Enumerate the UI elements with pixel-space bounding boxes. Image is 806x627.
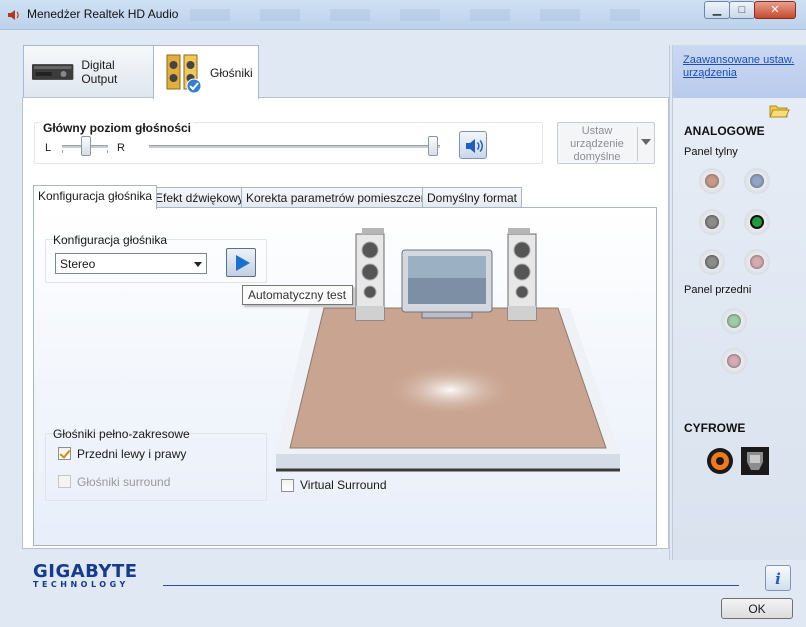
speaker-configuration-value: Stereo (60, 257, 96, 271)
digital-section-title: CYFROWE (684, 421, 746, 435)
brand-sub: TECHNOLOGY (33, 580, 129, 589)
footer-divider (163, 585, 739, 586)
set-default-device-label: Ustaw urządzenie domyślne (570, 125, 624, 163)
fullrange-speakers-title: Głośniki pełno-zakresowe (53, 427, 190, 441)
speaker-icon (8, 10, 19, 20)
close-icon: ✕ (770, 4, 780, 16)
optical-output-icon[interactable] (740, 446, 770, 476)
digital-output-device-icon (31, 63, 74, 80)
front-panel-title: Panel przedni (684, 284, 752, 296)
balance-left-label: L (45, 142, 52, 154)
jack-core (727, 354, 741, 368)
mute-button[interactable] (459, 131, 487, 159)
rear-jack-blue[interactable] (744, 168, 770, 194)
tab-sound-effects-label: Efekt dźwiękowy (155, 191, 244, 205)
tab-speaker-configuration-label: Konfiguracja głośnika (38, 189, 153, 203)
title-bar: Menedżer Realtek HD Audio ▁ □ ✕ (0, 0, 806, 30)
minimize-icon: ▁ (712, 4, 722, 16)
rear-jack-orange[interactable] (699, 168, 725, 194)
brand-name: GIGABYTE (33, 561, 138, 582)
speaker-volume-icon (466, 139, 483, 153)
jack-core (705, 215, 719, 229)
advanced-device-settings-link[interactable]: Zaawansowane ustaw. urządzenia (683, 54, 801, 80)
analog-section-title: ANALOGOWE (684, 124, 765, 138)
speaker-configuration-select[interactable]: Stereo (55, 253, 207, 274)
surround-speakers-label: Głośniki surround (77, 475, 171, 489)
tab-room-correction[interactable]: Korekta parametrów pomieszczenia (241, 187, 442, 208)
jack-core (750, 255, 764, 269)
rear-jack-gray[interactable] (699, 209, 725, 235)
speakers-device-icon (166, 54, 202, 93)
surround-speakers-checkbox[interactable] (58, 475, 71, 488)
jack-core (750, 174, 764, 188)
speaker-room-illustration (276, 228, 620, 472)
front-left-right-label: Przedni lewy i prawy (77, 447, 187, 461)
chevron-down-icon (194, 262, 202, 267)
tab-digital-output-label: Digital Output (81, 57, 118, 86)
coaxial-output-icon[interactable] (705, 446, 735, 476)
virtual-surround-checkbox[interactable] (281, 479, 294, 492)
taskbar-blur (190, 9, 640, 21)
tab-speakers-label: Głośniki (210, 65, 253, 80)
front-jack-green[interactable] (721, 308, 747, 334)
speaker-configuration-group-title: Konfiguracja głośnika (53, 233, 168, 247)
fullrange-speakers-group (45, 433, 267, 501)
balance-right-label: R (117, 142, 125, 154)
balance-slider-thumb[interactable] (81, 136, 91, 156)
rear-jack-pink[interactable] (744, 249, 770, 275)
front-left-right-checkbox[interactable] (58, 447, 71, 460)
info-button[interactable]: i (765, 565, 791, 591)
auto-test-button[interactable] (226, 248, 256, 277)
rear-panel-title: Panel tylny (684, 146, 738, 158)
folder-icon[interactable] (768, 101, 790, 119)
tab-sound-effects[interactable]: Efekt dźwiękowy (150, 187, 249, 208)
jack-core (705, 255, 719, 269)
jack-core (705, 174, 719, 188)
tab-room-correction-label: Korekta parametrów pomieszczenia (246, 191, 437, 205)
minimize-button[interactable]: ▁ (704, 1, 730, 19)
volume-slider-track[interactable] (149, 145, 440, 148)
close-button[interactable]: ✕ (754, 1, 796, 19)
info-icon: i (775, 570, 781, 588)
front-jack-pink[interactable] (721, 348, 747, 374)
volume-title: Główny poziom głośności (41, 121, 194, 135)
window-controls: ▁ □ ✕ (704, 1, 796, 19)
tab-default-format[interactable]: Domyślny format (422, 187, 523, 208)
gigabyte-logo: GIGABYTE TECHNOLOGY (33, 561, 138, 589)
ok-button[interactable]: OK (721, 598, 793, 619)
tab-speaker-configuration[interactable]: Konfiguracja głośnika (33, 185, 158, 209)
volume-slider-thumb[interactable] (428, 136, 438, 156)
window-title: Menedżer Realtek HD Audio (27, 7, 179, 21)
auto-test-tooltip: Automatyczny test (242, 285, 353, 305)
tab-speakers[interactable]: Głośniki (153, 45, 259, 99)
chevron-down-icon (641, 139, 651, 145)
rear-jack-green-active[interactable] (744, 209, 770, 235)
virtual-surround-label: Virtual Surround (300, 478, 387, 492)
set-default-device-dropdown[interactable]: Ustaw urządzenie domyślne (557, 122, 655, 164)
tab-default-format-label: Domyślny format (427, 191, 518, 205)
maximize-icon: □ (738, 4, 746, 16)
maximize-button[interactable]: □ (729, 1, 755, 19)
connector-panel (672, 45, 806, 560)
jack-core (727, 314, 741, 328)
dropdown-separator (637, 127, 638, 161)
jack-core (750, 215, 764, 229)
play-icon (236, 255, 250, 271)
tab-digital-output[interactable]: Digital Output (23, 45, 154, 97)
panel-divider (669, 45, 670, 560)
rear-jack-gray-2[interactable] (699, 249, 725, 275)
